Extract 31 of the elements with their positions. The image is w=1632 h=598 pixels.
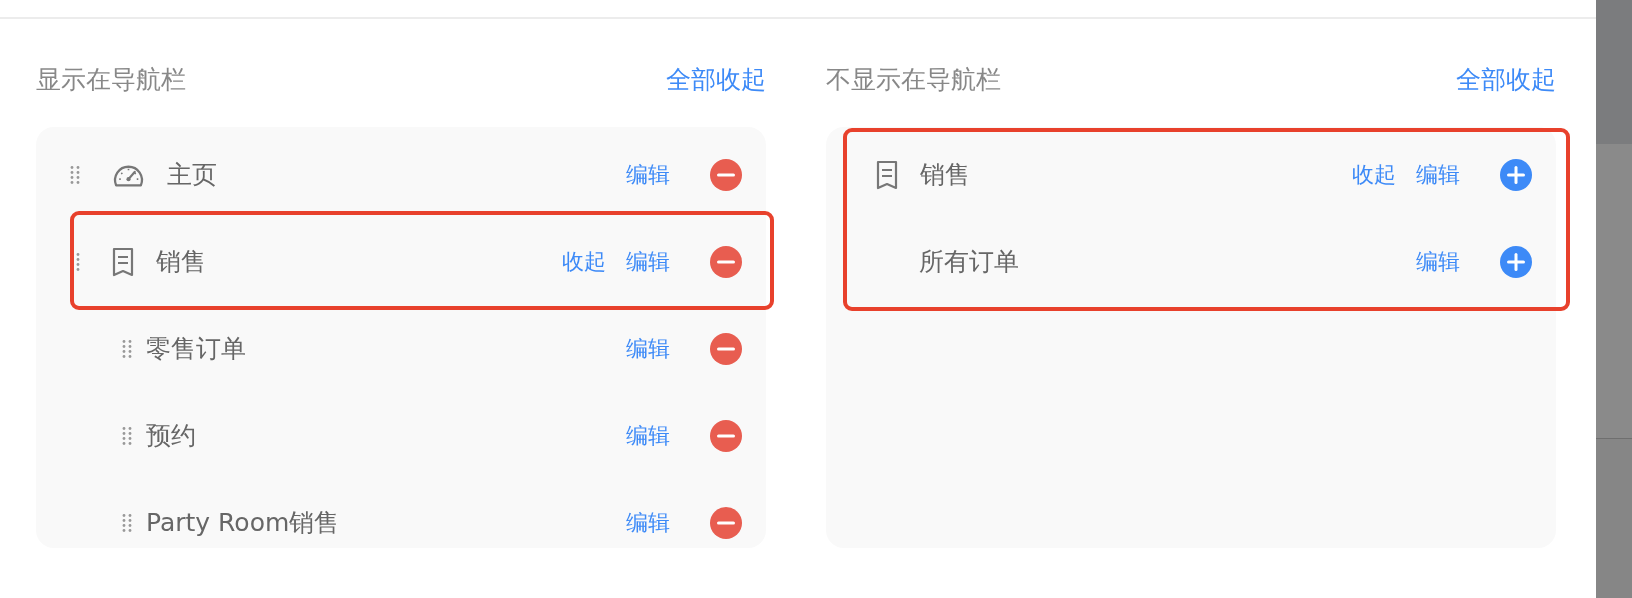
collapse-all-link[interactable]: 全部收起 [1456, 62, 1556, 96]
collapse-link[interactable]: 收起 [1352, 159, 1396, 190]
add-icon[interactable] [1500, 245, 1532, 278]
menu-item-label: Party Room销售 [146, 507, 341, 539]
drag-handle-icon[interactable] [122, 425, 132, 446]
edit-link[interactable]: 编辑 [1416, 246, 1460, 277]
section-title: 显示在导航栏 [36, 63, 186, 96]
menu-item-label: 预约 [146, 420, 197, 452]
remove-icon[interactable] [710, 332, 742, 365]
drag-handle-icon[interactable] [122, 512, 132, 533]
add-icon[interactable] [1500, 158, 1532, 191]
edit-link[interactable]: 编辑 [626, 246, 670, 277]
drag-handle-icon[interactable] [70, 164, 80, 185]
edit-link[interactable]: 编辑 [626, 159, 670, 190]
edit-link[interactable]: 编辑 [626, 333, 670, 364]
menu-item-label: 销售 [156, 246, 207, 278]
collapse-all-link[interactable]: 全部收起 [666, 62, 766, 96]
menu-item-label: 零售订单 [146, 333, 247, 365]
menu-item-label: 主页 [167, 159, 218, 191]
edit-link[interactable]: 编辑 [1416, 159, 1460, 190]
remove-icon[interactable] [710, 158, 742, 191]
section-title: 不显示在导航栏 [826, 63, 1001, 96]
menu-item-label: 所有订单 [919, 246, 1020, 278]
menu-item-label: 销售 [920, 159, 971, 191]
edit-link[interactable]: 编辑 [626, 420, 670, 451]
remove-icon[interactable] [710, 419, 742, 452]
collapse-link[interactable]: 收起 [562, 246, 606, 277]
remove-icon[interactable] [710, 245, 742, 278]
remove-icon[interactable] [710, 506, 742, 539]
edit-link[interactable]: 编辑 [626, 507, 670, 538]
drag-handle-icon[interactable] [122, 338, 132, 359]
